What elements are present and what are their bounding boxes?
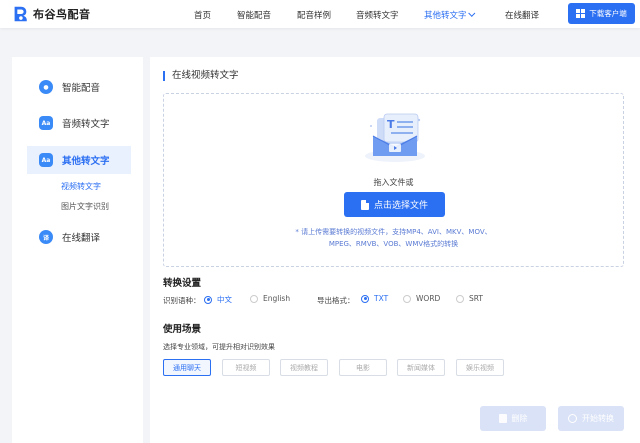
format-hint-line1: * 请上传需要转换的视频文件，支持MP4、AVI、MKV、MOV、 bbox=[295, 228, 492, 236]
radio-dot bbox=[361, 294, 369, 303]
upload-illustration-icon: T bbox=[365, 113, 425, 162]
sidebar-sub-image-ocr[interactable]: 图片文字识别 bbox=[61, 201, 109, 212]
nav-online-translate[interactable]: 在线翻译 bbox=[505, 9, 539, 21]
format-radio-word[interactable]: WORD bbox=[403, 294, 440, 303]
format-label: 导出格式： bbox=[317, 296, 355, 305]
sidebar-item-smart-dubbing[interactable]: ● 智能配音 bbox=[12, 73, 143, 101]
download-client-label: 下载客户端 bbox=[589, 9, 627, 18]
start-convert-label: 开始转换 bbox=[582, 414, 614, 423]
translate-icon: 译 bbox=[39, 230, 53, 244]
format-option-txt: TXT bbox=[374, 294, 389, 303]
aa-icon: Aa bbox=[39, 116, 53, 130]
logo-icon bbox=[14, 6, 27, 22]
lang-option-chinese: 中文 bbox=[217, 295, 232, 304]
sidebar-item-label: 音频转文字 bbox=[62, 119, 110, 130]
download-client-button[interactable]: 下载客户端 bbox=[568, 3, 635, 24]
microphone-icon: ● bbox=[39, 80, 53, 94]
sidebar-item-online-translate[interactable]: 译 在线翻译 bbox=[12, 223, 143, 251]
trash-icon bbox=[498, 414, 507, 423]
sidebar: ● 智能配音 Aa 音频转文字 Aa 其他转文字 视频转文字 图片文字识别 译 … bbox=[12, 57, 143, 443]
scene-description: 选择专业领域，可提升相对识别效果 bbox=[163, 343, 275, 351]
delete-button[interactable]: 删除 bbox=[480, 406, 546, 431]
language-label: 识别语种： bbox=[163, 296, 201, 305]
sidebar-item-label: 其他转文字 bbox=[62, 156, 110, 167]
sidebar-item-audio-to-text[interactable]: Aa 音频转文字 bbox=[12, 109, 143, 137]
format-hint-line2: MPEG、RMVB、VOB、WMV格式的转换 bbox=[328, 240, 459, 248]
lang-radio-chinese[interactable]: 中文 bbox=[204, 294, 232, 305]
radio-dot bbox=[204, 295, 212, 304]
scene-chip-movie[interactable]: 电影 bbox=[339, 359, 387, 376]
brand-name: 布谷鸟配音 bbox=[33, 8, 91, 21]
upload-dropzone[interactable]: T 拖入文件或 点击选择文件 * 请上传需要转换的视频文件，支持MP4、AVI、… bbox=[163, 93, 624, 267]
format-option-srt: SRT bbox=[469, 294, 484, 303]
format-radio-txt[interactable]: TXT bbox=[361, 294, 388, 303]
scene-chip-news-media[interactable]: 新闻媒体 bbox=[397, 359, 445, 376]
scene-chip-general-chat[interactable]: 通用聊天 bbox=[163, 359, 211, 376]
start-convert-button[interactable]: 开始转换 bbox=[558, 406, 624, 431]
sidebar-sub-video-to-text[interactable]: 视频转文字 bbox=[61, 181, 101, 192]
nav-other-to-text-label: 其他转文字 bbox=[424, 11, 467, 21]
lang-radio-english[interactable]: English bbox=[250, 294, 290, 303]
windows-icon bbox=[576, 9, 586, 18]
radio-dot bbox=[403, 294, 411, 303]
top-navbar: 布谷鸟配音 首页 智能配音 配音样例 音频转文字 其他转文字 在线翻译 下载客户… bbox=[0, 0, 640, 28]
scene-chip-entertainment-video[interactable]: 娱乐视频 bbox=[456, 359, 504, 376]
main-panel: 在线视频转文字 T 拖入文件或 点击选择文件 * 请上传需要转换的视频文件，支持… bbox=[150, 57, 640, 443]
format-option-word: WORD bbox=[416, 294, 441, 303]
radio-dot bbox=[250, 294, 258, 303]
chevron-down-icon bbox=[467, 9, 475, 17]
scene-title: 使用场景 bbox=[163, 324, 202, 335]
convert-icon bbox=[568, 414, 577, 423]
drop-hint-text: 拖入文件或 bbox=[373, 178, 414, 187]
page-title: 在线视频转文字 bbox=[163, 71, 239, 81]
sidebar-item-label: 智能配音 bbox=[62, 83, 101, 94]
nav-home[interactable]: 首页 bbox=[194, 9, 211, 21]
nav-dubbing-samples[interactable]: 配音样例 bbox=[297, 9, 331, 21]
radio-dot bbox=[456, 294, 464, 303]
lang-option-english: English bbox=[263, 294, 291, 303]
aa-icon: Aa bbox=[39, 153, 53, 167]
sidebar-item-label: 在线翻译 bbox=[62, 233, 101, 244]
sidebar-item-other-to-text[interactable]: Aa 其他转文字 bbox=[27, 146, 131, 174]
nav-audio-to-text[interactable]: 音频转文字 bbox=[356, 9, 399, 21]
nav-other-to-text[interactable]: 其他转文字 bbox=[424, 9, 475, 21]
settings-title: 转换设置 bbox=[163, 278, 202, 289]
nav-smart-dubbing[interactable]: 智能配音 bbox=[237, 9, 271, 21]
delete-label: 删除 bbox=[511, 414, 528, 423]
svg-text:T: T bbox=[387, 118, 395, 131]
format-radio-srt[interactable]: SRT bbox=[456, 294, 483, 303]
brand-logo[interactable]: 布谷鸟配音 bbox=[11, 5, 91, 23]
choose-file-label: 点击选择文件 bbox=[373, 201, 428, 211]
scene-chip-short-video[interactable]: 短视频 bbox=[222, 359, 270, 376]
scene-chip-video-tutorial[interactable]: 视频教程 bbox=[280, 359, 328, 376]
choose-file-button[interactable]: 点击选择文件 bbox=[344, 192, 445, 217]
file-icon bbox=[360, 199, 369, 210]
